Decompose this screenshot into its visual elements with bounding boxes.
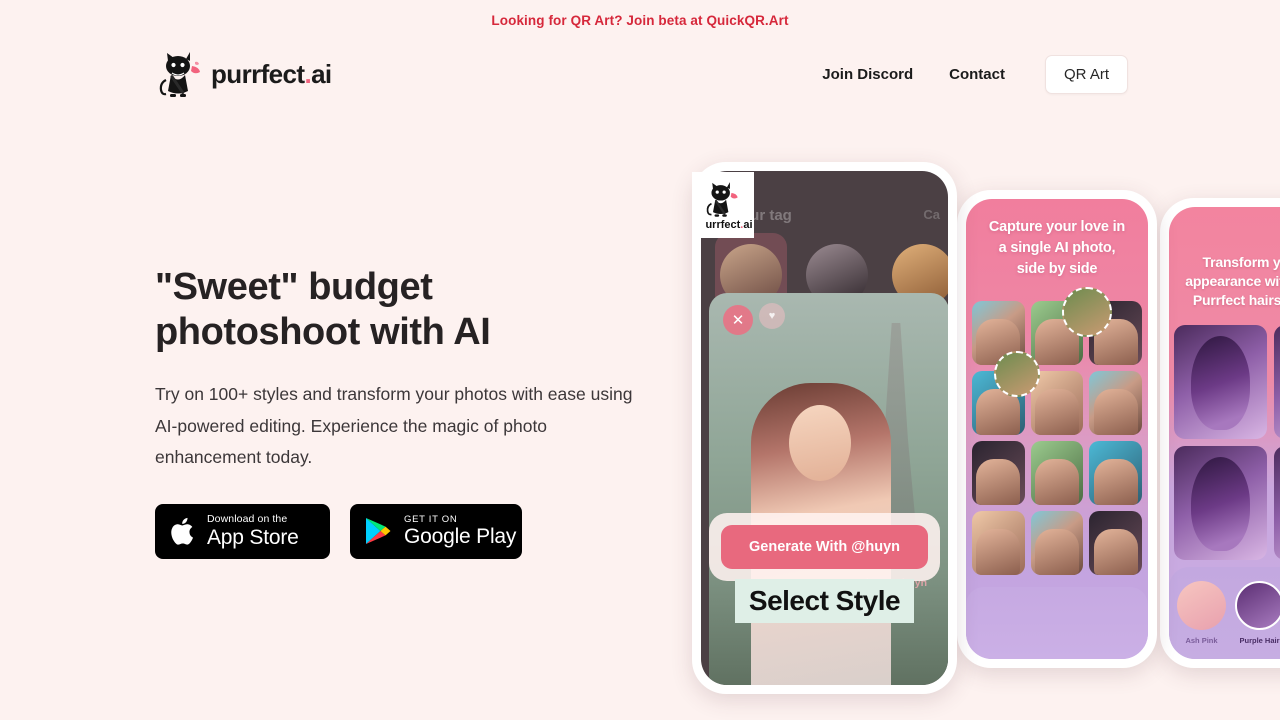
phone3-style-thumb [1235,581,1280,630]
phone2-photo-item[interactable] [1089,441,1142,505]
phone3-style-chip[interactable]: Ash Pink [1177,581,1226,645]
site-header: purrfect. ai Join Discord Contact QR Art [0,41,1280,107]
generate-button[interactable]: Generate With @huyn [721,525,928,569]
hero-section: "Sweet" budget photoshoot with AI Try on… [155,265,675,559]
site-logo[interactable]: purrfect. ai [155,50,332,98]
phone2-photo-item[interactable] [1030,511,1084,575]
phone3-style-thumb [1177,581,1226,630]
phone2-screen: Capture your love in a single AI photo, … [966,199,1148,659]
heart-icon[interactable]: ♥ [759,303,785,329]
app-store-labels: Download on the App Store [207,514,299,548]
phone3-hair-item[interactable] [1273,446,1280,560]
phone3-title-line-3: Purrfect hairstyles [1192,292,1280,308]
phone3-title-line-2: appearance with real [1185,273,1280,289]
phone3-style-label: Ash Pink [1185,636,1218,645]
phone2-photo-item[interactable] [972,511,1025,575]
phone3-style-picker: Ash Pink Purple Hair Pe [1169,567,1280,659]
phone3-screen: Transform your appearance with real Purr… [1169,207,1280,659]
hero-paragraph: Try on 100+ styles and transform your ph… [155,384,633,467]
phone3-hair-item[interactable] [1273,325,1280,439]
phone3-title-line-1: Transform your [1202,254,1280,270]
phone2-photo-grid [972,301,1142,575]
app-store-button[interactable]: Download on the App Store [155,503,330,559]
phone3-title: Transform your appearance with real Purr… [1169,253,1280,310]
phone1-screen: our tag Ca @huyn @anhuy [701,171,948,685]
store-badge-row: Download on the App Store GET IT ON Goog… [155,503,675,559]
phone-mockup-couple[interactable]: Capture your love in a single AI photo, … [957,190,1157,668]
phone2-photo-item[interactable] [972,441,1025,505]
hero-headline-line-2: photoshoot with AI [155,311,491,353]
phone1-top-text-right: Ca [923,207,940,222]
qr-art-button[interactable]: QR Art [1044,54,1128,94]
announcement-banner: Looking for QR Art? Join beta at QuickQR… [0,0,1280,41]
phone2-title-line-3: side by side [1016,261,1098,277]
site-logo-wordmark: purrfect. ai [211,59,332,90]
google-play-icon [366,518,391,544]
logo-word-suffix: ai [311,58,332,89]
phone2-title-line-2: a single AI photo, [998,240,1116,256]
phone3-hair-grid [1174,325,1280,560]
phone2-title-line-1: Capture your love in [988,219,1126,235]
main-navigation: Join Discord Contact QR Art [804,54,1128,94]
phone2-photo-item[interactable] [1089,511,1142,575]
logo-word-dot: . [304,58,312,89]
photo-subject-face [789,405,851,481]
phone2-source-avatar-male [994,351,1040,397]
cat-with-paintbrush-icon [159,52,200,97]
google-play-big-label: Google Play [404,525,517,549]
google-play-small-label: GET IT ON [404,513,458,525]
app-store-big-label: App Store [207,525,299,549]
hero-headline: "Sweet" budget photoshoot with AI [155,265,555,355]
apple-icon [171,517,193,545]
logo-word-main: purrfect [211,58,305,89]
nav-item-join-discord[interactable]: Join Discord [804,56,931,93]
phone3-hair-item[interactable] [1174,446,1267,560]
phone3-style-chip-selected[interactable]: Purple Hair [1235,581,1280,645]
hero-headline-line-1: "Sweet" budget [155,266,433,308]
google-play-labels: GET IT ON Google Play [404,515,516,548]
phone2-title: Capture your love in a single AI photo, … [966,217,1148,280]
phone3-style-label: Purple Hair [1239,636,1280,645]
phone1-top-text: our tag [741,207,792,224]
select-style-callout: Select Style [735,579,914,623]
phone2-photo-item[interactable] [1030,441,1084,505]
phone-mockup-hairstyle[interactable]: Transform your appearance with real Purr… [1160,198,1280,668]
announcement-banner-link[interactable]: Looking for QR Art? Join beta at QuickQR… [491,13,788,28]
google-play-button[interactable]: GET IT ON Google Play [350,503,522,559]
phone2-bottom-panel [966,587,1148,659]
phone3-hair-item[interactable] [1174,325,1267,439]
phone2-source-avatar-female [1062,287,1112,337]
phone-mockup-main[interactable]: our tag Ca @huyn @anhuy [692,162,957,694]
app-store-small-label: Download on the [207,513,288,526]
close-icon[interactable]: ✕ [723,305,753,335]
phone2-photo-item[interactable] [1089,371,1142,435]
nav-item-contact[interactable]: Contact [931,56,1023,93]
phone1-generate-panel: Generate With @huyn [709,513,940,581]
phone1-photo-preview[interactable]: ✕ ♥ Paris @huyn Winter @huyn [709,293,948,685]
